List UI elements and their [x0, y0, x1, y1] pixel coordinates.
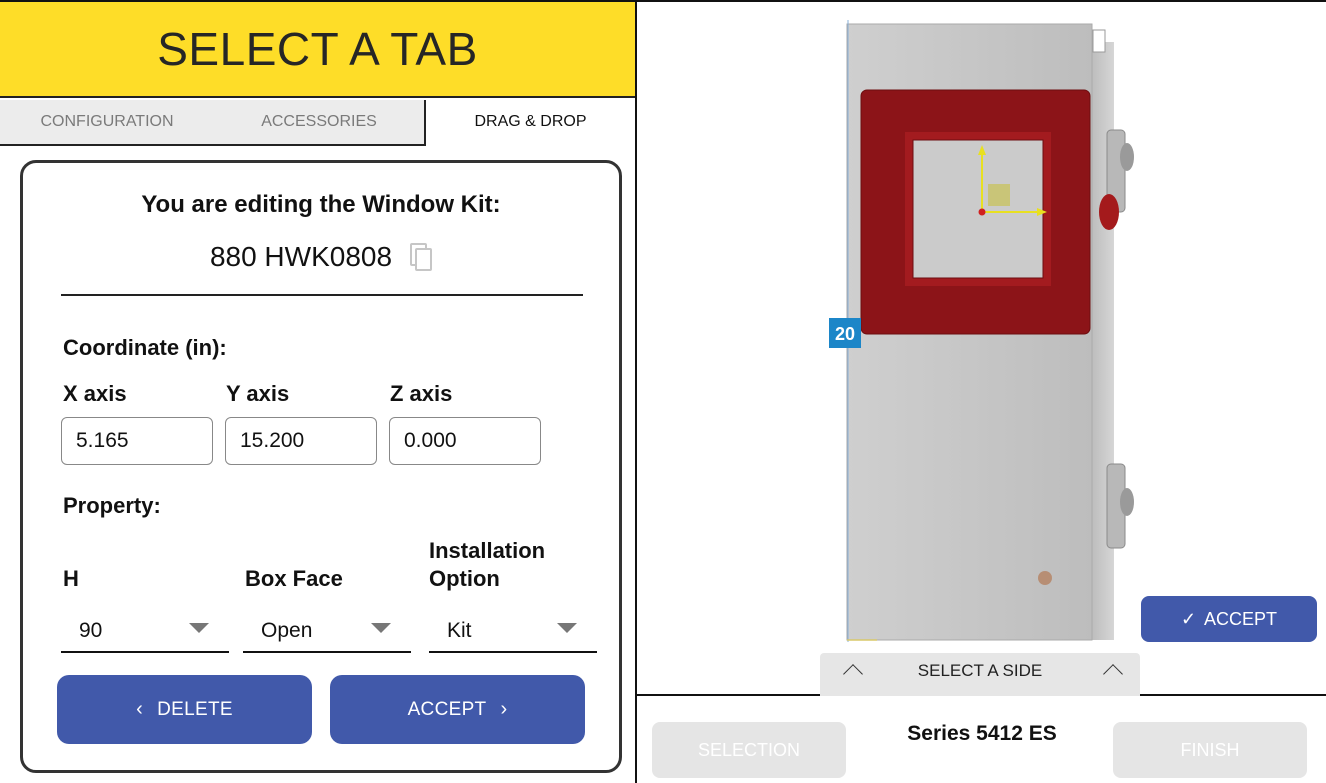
installation-option-select-value: Kit — [447, 619, 472, 642]
series-title: Series 5412 ES — [907, 722, 1057, 745]
editor-heading: You are editing the Window Kit: — [141, 191, 501, 218]
checkmark-icon: ✓ — [1180, 608, 1197, 629]
tab-accessories[interactable]: ACCESSORIES — [214, 100, 426, 144]
door-knob — [1038, 571, 1052, 585]
window-kit[interactable] — [860, 89, 1091, 335]
coordinate-label: Coordinate (in): — [63, 335, 227, 360]
accept-button-label: ACCEPT — [407, 698, 487, 720]
tab-strip: CONFIGURATION ACCESSORIES DRAG & DROP — [0, 100, 635, 144]
footer-bar: SELECTION Series 5412 ES FINISH — [637, 698, 1326, 783]
box-face-label: Box Face — [245, 566, 343, 591]
delete-button-label: DELETE — [157, 698, 233, 720]
select-side-bar[interactable]: SELECT A SIDE — [820, 653, 1140, 696]
3d-viewer[interactable]: 20 ✓ ACCEPT SELECT A SIDE — [637, 2, 1326, 696]
box-face-select-value: Open — [261, 619, 313, 642]
door-handle — [1099, 194, 1119, 230]
installation-option-label: Installation Option — [429, 538, 546, 591]
part-number: 880 HWK0808 — [209, 241, 393, 272]
tab-underline — [0, 144, 426, 146]
box-face-select[interactable]: Open — [243, 609, 411, 653]
installation-option-select[interactable]: Kit — [429, 609, 597, 653]
viewer-accept-label: ACCEPT — [1204, 608, 1278, 629]
bottom-hinge — [1106, 463, 1134, 549]
selection-button[interactable]: SELECTION — [652, 722, 846, 778]
y-axis-input[interactable] — [225, 417, 377, 465]
copy-icon[interactable] — [410, 243, 433, 271]
chevron-down-icon — [371, 623, 391, 633]
h-select-value: 90 — [79, 619, 103, 642]
enclosure-notch — [1092, 29, 1106, 53]
tab-configuration[interactable]: CONFIGURATION — [0, 100, 214, 144]
h-select[interactable]: 90 — [61, 609, 229, 653]
dimension-badge-text: 20 — [835, 324, 855, 344]
title-bar: SELECT A TAB — [0, 2, 635, 98]
select-side-label: SELECT A SIDE — [917, 661, 1043, 680]
accept-button[interactable]: ACCEPT › — [330, 675, 585, 744]
finish-button[interactable]: FINISH — [1113, 722, 1307, 778]
delete-button[interactable]: ‹ DELETE — [57, 675, 312, 744]
y-axis-label: Y axis — [226, 381, 290, 406]
tab-drag-drop[interactable]: DRAG & DROP — [426, 100, 635, 144]
part-number-row: 880 HWK0808 — [23, 241, 619, 273]
chevron-down-icon — [557, 623, 577, 633]
x-axis-input[interactable] — [61, 417, 213, 465]
z-axis-label: Z axis — [390, 381, 453, 406]
chevron-down-icon — [189, 623, 209, 633]
z-axis-input[interactable] — [389, 417, 541, 465]
property-label: Property: — [63, 493, 161, 518]
configurator-panel: SELECT A TAB CONFIGURATION ACCESSORIES D… — [0, 0, 637, 783]
viewer-panel: 20 ✓ ACCEPT SELECT A SIDE SELECTION Seri… — [637, 0, 1326, 783]
viewer-accept-button[interactable]: ✓ ACCEPT — [1141, 596, 1317, 642]
page-title: SELECT A TAB — [157, 23, 478, 75]
divider — [61, 294, 583, 296]
enclosure-render[interactable]: 20 — [637, 2, 1326, 696]
h-label: H — [63, 566, 79, 591]
x-axis-label: X axis — [63, 381, 127, 406]
editor-card: You are editing the Window Kit: 880 HWK0… — [20, 160, 622, 773]
chevron-right-icon: › — [500, 698, 508, 720]
chevron-left-icon: ‹ — [136, 698, 144, 720]
